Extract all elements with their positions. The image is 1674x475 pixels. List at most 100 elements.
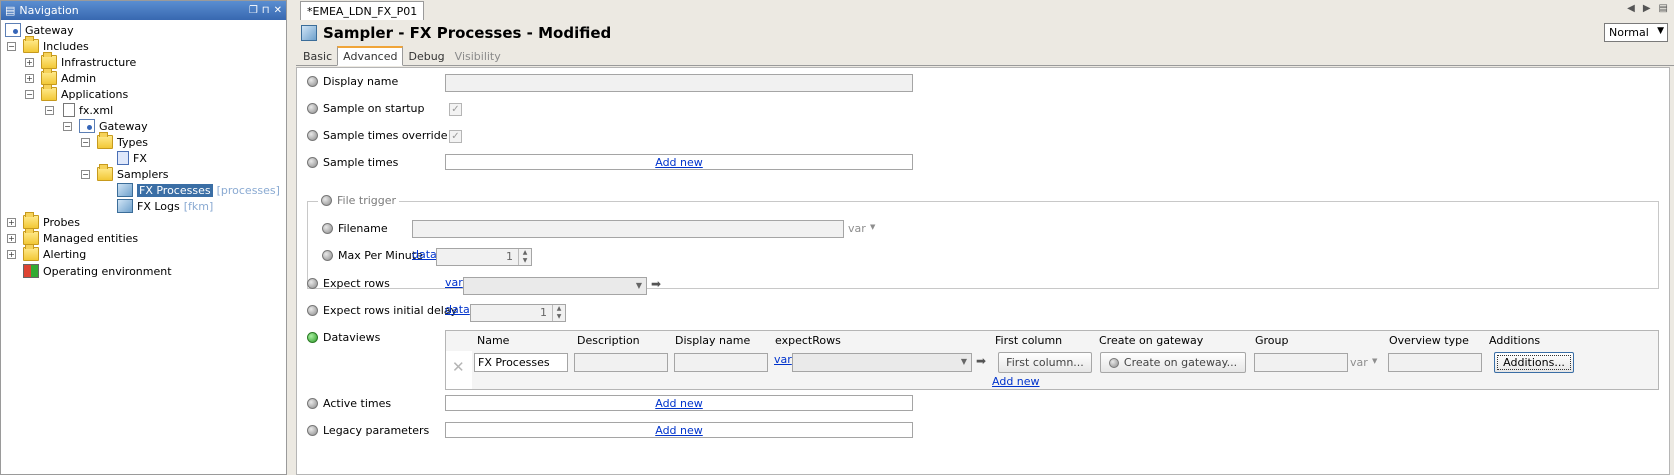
column-header: expectRows	[775, 334, 841, 347]
create-on-gateway-button[interactable]: Create on gateway...	[1100, 352, 1246, 373]
tab-advanced[interactable]: Advanced	[337, 46, 404, 66]
mode-select[interactable]: Normal ▼	[1604, 23, 1668, 42]
filename-field[interactable]	[412, 220, 844, 238]
editor-pane: *EMEA_LDN_FX_P01 ◀ ▶ ▤ Sampler - FX Proc…	[296, 0, 1674, 475]
field-label: Sample times	[323, 155, 399, 169]
chevron-down-icon[interactable]: ▼	[1372, 357, 1377, 365]
sample-times-override-checkbox[interactable]: ✓	[449, 130, 462, 143]
add-new-link[interactable]: Add new	[992, 375, 1040, 388]
document-tab[interactable]: *EMEA_LDN_FX_P01	[300, 1, 425, 20]
spinner-arrows-icon[interactable]: ▲ ▼	[518, 249, 531, 265]
tree-node-probes[interactable]: + Probes	[1, 212, 286, 230]
expect-rows-initial-delay-row: Expect rows initial delay	[307, 301, 457, 319]
setting-toggle-icon[interactable]	[322, 249, 333, 261]
sample-on-startup-checkbox[interactable]: ✓	[449, 103, 462, 116]
dataviews-table: Name Description Display name expectRows…	[445, 330, 1659, 390]
expect-rows-select[interactable]: ▼	[463, 277, 647, 295]
setting-toggle-icon[interactable]	[307, 397, 318, 409]
setting-toggle-icon[interactable]	[307, 304, 318, 316]
splitter[interactable]	[287, 0, 296, 475]
tab-scroll-right-icon[interactable]: ▶	[1643, 3, 1651, 14]
sampler-cube-icon	[117, 199, 133, 213]
tree-node-fx-type[interactable]: FX	[1, 150, 286, 166]
display-name-field[interactable]	[445, 74, 913, 92]
tree-label: FX Logs	[137, 199, 180, 213]
group-title: File trigger	[337, 194, 397, 207]
tree-node-managed-entities[interactable]: + Managed entities	[1, 228, 286, 246]
setting-toggle-icon[interactable]	[322, 222, 333, 234]
chevron-down-icon[interactable]: ▼	[870, 223, 875, 231]
setting-toggle-icon[interactable]	[307, 129, 318, 141]
setting-toggle-icon[interactable]	[307, 75, 318, 87]
page-title: Sampler - FX Processes - Modified	[323, 24, 612, 42]
setting-toggle-icon[interactable]	[307, 277, 318, 289]
add-new-link[interactable]: Add new	[655, 424, 703, 437]
data-link[interactable]: data	[412, 248, 437, 261]
expand-toggle-icon[interactable]: +	[7, 233, 16, 243]
navigation-title: Navigation	[19, 4, 79, 17]
group-field[interactable]	[1254, 353, 1348, 372]
var-link[interactable]: var	[774, 353, 792, 366]
tab-list-icon[interactable]: ▤	[1659, 3, 1668, 14]
arrow-right-icon[interactable]: ➡	[976, 354, 986, 368]
collapse-toggle-icon[interactable]: −	[45, 105, 54, 115]
tab-scroll-left-icon[interactable]: ◀	[1627, 3, 1635, 14]
tab-debug[interactable]: Debug	[403, 47, 449, 65]
type-icon	[117, 151, 129, 165]
dataview-display-name-field[interactable]	[674, 353, 768, 372]
tree-node-fx-xml[interactable]: − fx.xml	[1, 102, 286, 118]
dataview-name-field[interactable]: FX Processes	[474, 353, 568, 372]
delete-row-icon[interactable]: ✕	[452, 358, 465, 376]
expand-toggle-icon[interactable]: +	[7, 249, 16, 259]
column-header: Group	[1255, 334, 1289, 347]
collapse-toggle-icon[interactable]: −	[25, 89, 34, 99]
pin-icon[interactable]: ⊓	[262, 5, 270, 16]
spinner-arrows-icon[interactable]: ▲ ▼	[552, 305, 565, 321]
tree-node-types[interactable]: − Types	[1, 132, 286, 150]
tree-node-samplers[interactable]: − Samplers	[1, 164, 286, 182]
tree-node-applications[interactable]: − Applications	[1, 84, 286, 102]
setting-toggle-icon[interactable]	[307, 156, 318, 168]
setting-toggle-icon[interactable]	[307, 102, 318, 114]
document-tabs: *EMEA_LDN_FX_P01 ◀ ▶ ▤	[296, 0, 1674, 20]
folder-icon	[97, 132, 113, 149]
tab-basic[interactable]: Basic	[298, 47, 337, 65]
close-icon[interactable]: ✕	[274, 5, 282, 16]
tree-node-gateway-child[interactable]: − Gateway	[1, 118, 286, 134]
overview-type-field[interactable]	[1388, 353, 1482, 372]
setting-enabled-icon[interactable]	[307, 331, 318, 343]
first-column-button[interactable]: First column...	[998, 352, 1092, 373]
folder-icon	[23, 244, 39, 261]
collapse-toggle-icon[interactable]: −	[81, 137, 90, 147]
tree-node-alerting[interactable]: + Alerting	[1, 244, 286, 262]
tree-node-fx-logs[interactable]: FX Logs [fkm]	[1, 198, 286, 214]
collapse-toggle-icon[interactable]: −	[7, 41, 16, 51]
expand-toggle-icon[interactable]: +	[25, 57, 34, 67]
collapse-toggle-icon[interactable]: −	[81, 169, 90, 179]
expect-rows-initial-delay-spinner[interactable]: 1 ▲ ▼	[470, 304, 566, 322]
expand-toggle-icon[interactable]: +	[25, 73, 34, 83]
collapse-toggle-icon[interactable]: −	[63, 121, 72, 131]
tree-label: Samplers	[117, 167, 169, 181]
tree-node-gateway[interactable]: Gateway	[1, 22, 286, 38]
dataviews-row: Dataviews	[307, 328, 380, 346]
var-link[interactable]: var	[445, 276, 463, 289]
tree-node-fx-processes[interactable]: FX Processes [processes]	[1, 182, 286, 198]
arrow-right-icon[interactable]: ➡	[651, 277, 661, 291]
restore-icon[interactable]: ❐	[249, 5, 258, 16]
tab-visibility[interactable]: Visibility	[450, 47, 506, 65]
setting-toggle-icon[interactable]	[307, 424, 318, 436]
expect-rows-row: Expect rows	[307, 274, 390, 292]
expand-toggle-icon[interactable]: +	[7, 217, 16, 227]
add-new-link[interactable]: Add new	[655, 397, 703, 410]
add-new-link[interactable]: Add new	[655, 156, 703, 169]
tree-node-operating-environment[interactable]: Operating environment	[1, 262, 286, 280]
dataview-description-field[interactable]	[574, 353, 668, 372]
folder-icon	[23, 228, 39, 245]
additions-button[interactable]: Additions...	[1494, 352, 1574, 373]
setting-toggle-icon[interactable]	[321, 195, 332, 206]
tree-label: FX	[133, 151, 147, 165]
max-per-minute-spinner[interactable]: 1 ▲ ▼	[436, 248, 532, 266]
expectrows-select[interactable]: ▼	[792, 353, 972, 372]
data-link[interactable]: data	[445, 303, 470, 316]
